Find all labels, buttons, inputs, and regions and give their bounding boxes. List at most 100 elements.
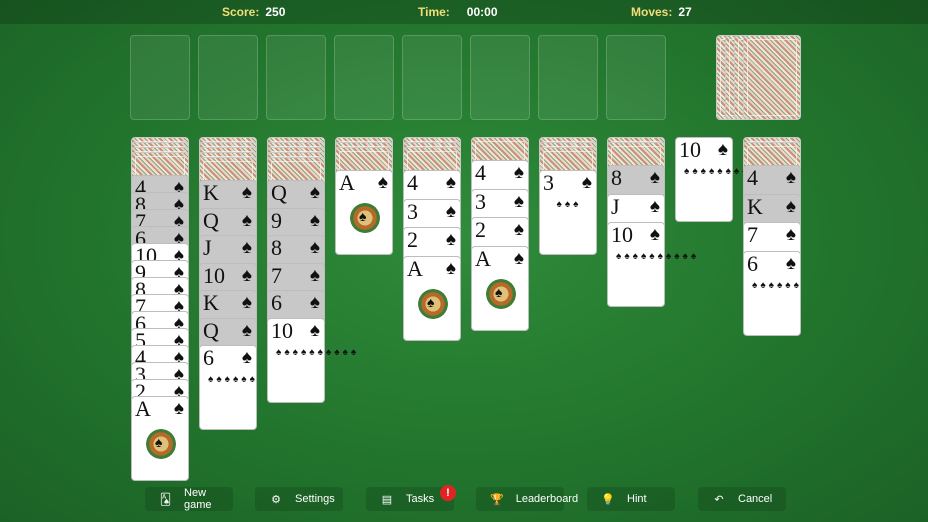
- card-rank: 10: [203, 262, 225, 288]
- spade-suit-icon: ♠: [513, 247, 524, 269]
- spade-suit-icon: ♠: [309, 182, 320, 203]
- trophy-icon: 🏆: [490, 493, 504, 506]
- spade-suit-icon: ♠: [173, 398, 184, 419]
- card-pips: ♠♠♠: [556, 199, 582, 210]
- time-display: Time: 00:00: [418, 5, 498, 19]
- stock-card-back[interactable]: [743, 35, 801, 120]
- spade-suit-icon: ♠: [241, 182, 252, 203]
- spade-suit-icon: ♠: [309, 292, 320, 313]
- leaderboard-button-label: Leaderboard: [515, 493, 579, 505]
- foundation-slot: [198, 35, 258, 120]
- score-display: Score: 250: [222, 5, 285, 19]
- card-rank: 6: [747, 250, 758, 276]
- card-rank: 6: [203, 345, 214, 370]
- spade-suit-icon: ♠: [717, 139, 728, 160]
- ace-of-spades-art: [146, 429, 176, 459]
- playing-card[interactable]: A ♠: [403, 255, 461, 341]
- card-rank: 2: [475, 217, 486, 242]
- spade-suit-icon: ♠: [241, 264, 252, 286]
- spade-suit-icon: ♠: [445, 229, 456, 250]
- spade-suit-icon: ♠: [241, 319, 252, 341]
- card-pips: ♠♠♠♠♠♠: [752, 279, 802, 291]
- card-rank: J: [203, 235, 212, 260]
- card-rank: 2: [407, 227, 418, 252]
- spade-suit-icon: ♠: [241, 347, 252, 368]
- tasks-notification-badge: !: [440, 485, 456, 501]
- playing-card[interactable]: 10 ♠ ♠♠♠♠♠♠♠♠♠♠: [607, 222, 696, 307]
- card-rank: 8: [271, 235, 282, 260]
- playing-card[interactable]: A ♠: [335, 170, 393, 255]
- spade-suit-icon: ♠: [445, 172, 456, 193]
- spade-suit-icon: ♠: [309, 264, 320, 286]
- ace-of-spades-art: [418, 288, 448, 319]
- card-rank: 7: [271, 262, 282, 288]
- card-rank: A: [339, 170, 355, 195]
- foundation-slot: [334, 35, 394, 120]
- spade-suit-icon: ♠: [513, 219, 524, 240]
- card-rank: K: [203, 180, 219, 205]
- card-icon: 🂡: [159, 493, 172, 506]
- foundation-slot: [606, 35, 666, 120]
- card-rank: K: [203, 290, 219, 315]
- foundation-slot: [130, 35, 190, 120]
- playing-card[interactable]: A ♠: [471, 245, 529, 331]
- score-label: Score:: [222, 5, 260, 19]
- cancel-button[interactable]: ↶ Cancel: [698, 487, 786, 511]
- leaderboard-button[interactable]: 🏆 Leaderboard: [476, 487, 578, 511]
- card-rank: 9: [271, 207, 282, 233]
- foundation-slot: [470, 35, 530, 120]
- gear-icon: ⚙: [271, 493, 281, 506]
- spade-suit-icon: ♠: [649, 224, 660, 245]
- new-game-button[interactable]: 🂡 New game: [145, 487, 233, 511]
- moves-label: Moves:: [631, 5, 673, 19]
- spade-suit-icon: ♠: [581, 172, 592, 193]
- undo-icon: ↶: [714, 493, 724, 506]
- time-label: Time:: [418, 5, 450, 19]
- spade-suit-icon: ♠: [785, 252, 796, 274]
- settings-button[interactable]: ⚙ Settings: [255, 487, 343, 511]
- card-rank: A: [475, 245, 491, 271]
- playing-card[interactable]: 6 ♠ ♠♠♠♠♠♠: [199, 345, 257, 430]
- card-rank: 3: [475, 188, 486, 214]
- playing-card[interactable]: A ♠: [131, 396, 189, 481]
- card-rank: 4: [747, 165, 758, 190]
- card-rank: 8: [611, 165, 622, 190]
- spade-suit-icon: ♠: [785, 195, 796, 217]
- card-pips: ♠♠♠♠♠♠♠♠♠♠: [276, 346, 360, 358]
- playing-card[interactable]: 6 ♠ ♠♠♠♠♠♠: [743, 250, 802, 336]
- ace-of-spades-art: [486, 278, 516, 309]
- spade-suit-icon: ♠: [445, 257, 456, 279]
- score-value: 250: [265, 5, 286, 19]
- card-rank: 4: [407, 170, 418, 195]
- tasks-button-label: Tasks: [406, 493, 435, 505]
- time-value: 00:00: [466, 5, 498, 19]
- spade-suit-icon: ♠: [785, 167, 796, 188]
- card-rank: 6: [271, 290, 282, 315]
- spade-suit-icon: ♠: [513, 162, 524, 183]
- card-rank: 10: [611, 222, 633, 247]
- spade-suit-icon: ♠: [309, 209, 320, 231]
- spade-suit-icon: ♠: [309, 237, 320, 258]
- spade-suit-icon: ♠: [241, 209, 252, 231]
- spade-suit-icon: ♠: [649, 167, 660, 188]
- card-rank: 3: [543, 170, 554, 195]
- hint-button-label: Hint: [627, 493, 647, 505]
- card-rank: Q: [203, 317, 219, 343]
- spade-suit-icon: ♠: [309, 319, 320, 341]
- card-pips: ♠♠♠♠♠♠: [208, 374, 258, 385]
- card-rank: J: [611, 193, 620, 219]
- top-bar: Score: 250 Time: 00:00 Moves: 27: [0, 0, 928, 24]
- lightbulb-icon: 💡: [601, 493, 615, 506]
- card-rank: 10: [271, 317, 293, 343]
- foundation-slot: [402, 35, 462, 120]
- playing-card[interactable]: 3 ♠ ♠♠♠: [539, 170, 597, 255]
- ace-of-spades-art: [350, 203, 380, 233]
- hint-button[interactable]: 💡 Hint: [587, 487, 675, 511]
- spade-suit-icon: ♠: [513, 190, 524, 212]
- card-rank: Q: [203, 207, 219, 233]
- moves-value: 27: [678, 5, 692, 19]
- playing-card[interactable]: 10 ♠ ♠♠♠♠♠♠♠♠♠♠: [675, 137, 768, 222]
- card-pips: ♠♠♠♠♠♠♠♠♠♠: [684, 166, 768, 177]
- playing-card[interactable]: 10 ♠ ♠♠♠♠♠♠♠♠♠♠: [267, 317, 360, 403]
- spade-suit-icon: ♠: [785, 224, 796, 245]
